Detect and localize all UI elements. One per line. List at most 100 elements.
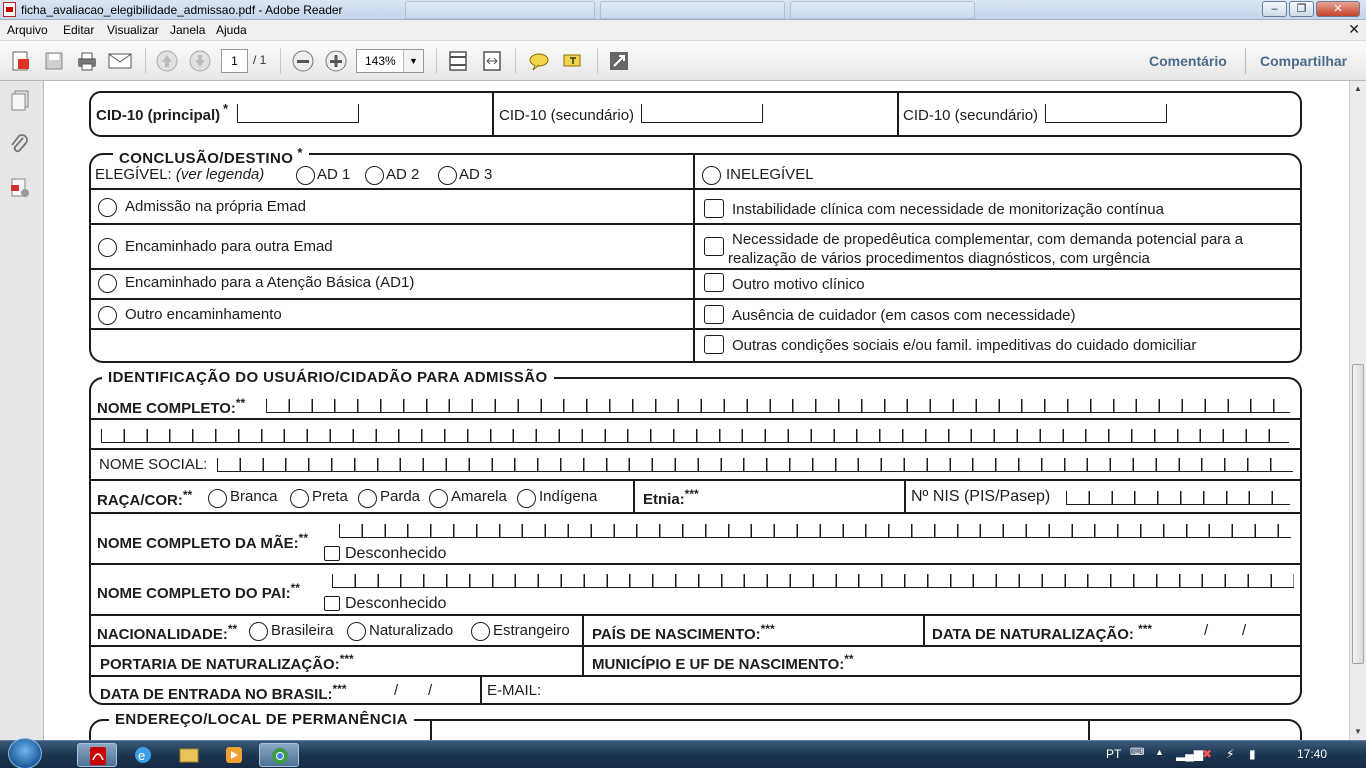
nis-field[interactable] bbox=[1066, 491, 1290, 505]
cid-secundario-field[interactable] bbox=[1045, 104, 1167, 123]
zoom-in-icon[interactable] bbox=[324, 49, 348, 73]
usb-icon[interactable]: ⚡ bbox=[1226, 747, 1234, 761]
vertical-scrollbar[interactable]: ▲ ▼ bbox=[1349, 81, 1366, 740]
taskbar-media-player[interactable] bbox=[214, 743, 254, 767]
nome-completo-field-line2[interactable] bbox=[101, 429, 1289, 443]
raca-cor-label: RAÇA/COR:** bbox=[97, 488, 193, 509]
ausencia-cuidador-label: Ausência de cuidador (em casos com neces… bbox=[732, 307, 1076, 324]
nome-mae-field[interactable] bbox=[339, 524, 1291, 538]
menu-editar[interactable]: Editar bbox=[63, 23, 94, 37]
comment-bubble-icon[interactable] bbox=[527, 49, 551, 73]
page-number-input[interactable]: 1 bbox=[221, 49, 248, 73]
ad1-label: AD 1 bbox=[317, 166, 351, 183]
propedeutica-checkbox[interactable] bbox=[704, 237, 724, 256]
close-button[interactable]: ✕ bbox=[1316, 1, 1360, 17]
nome-pai-field[interactable] bbox=[332, 574, 1294, 588]
zoom-out-icon[interactable] bbox=[291, 49, 315, 73]
cid-principal-field[interactable] bbox=[237, 104, 359, 123]
raca-amarela-label: Amarela bbox=[451, 488, 507, 505]
raca-indigena-radio[interactable] bbox=[517, 489, 536, 508]
condicoes-sociais-label: Outras condições sociais e/ou famil. imp… bbox=[732, 337, 1197, 354]
attachments-icon[interactable] bbox=[8, 133, 32, 157]
navigation-pane bbox=[0, 81, 44, 740]
menu-arquivo[interactable]: Arquivo bbox=[7, 23, 48, 37]
menu-ajuda[interactable]: Ajuda bbox=[216, 23, 247, 37]
raca-preta-radio[interactable] bbox=[290, 489, 309, 508]
atencao-basica-radio[interactable] bbox=[98, 274, 117, 293]
nacionalidade-brasileira-radio[interactable] bbox=[249, 622, 268, 641]
share-pane-button[interactable]: Compartilhar bbox=[1260, 53, 1347, 69]
chevron-down-icon[interactable]: ▼ bbox=[403, 50, 423, 72]
atencao-basica-label: Encaminhado para a Atenção Básica (AD1) bbox=[125, 274, 415, 291]
outra-emad-radio[interactable] bbox=[98, 238, 117, 257]
menu-janela[interactable]: Janela bbox=[170, 23, 205, 37]
tray-expand-icon[interactable]: ▲ bbox=[1155, 747, 1164, 757]
date-slash: / bbox=[428, 682, 433, 699]
signature-icon[interactable] bbox=[8, 176, 32, 200]
pai-desconhecido-checkbox[interactable] bbox=[324, 596, 340, 611]
background-window-tab[interactable] bbox=[600, 1, 785, 19]
background-window-tab[interactable] bbox=[790, 1, 975, 19]
next-page-icon[interactable] bbox=[188, 49, 212, 73]
keyboard-icon[interactable]: ⌨ bbox=[1130, 747, 1144, 758]
inelegivel-label: INELEGÍVEL bbox=[726, 166, 814, 183]
taskbar-chrome[interactable] bbox=[259, 743, 299, 767]
print-icon[interactable] bbox=[75, 49, 99, 73]
outro-encaminhamento-radio[interactable] bbox=[98, 306, 117, 325]
highlight-icon[interactable] bbox=[560, 49, 584, 73]
menu-visualizar[interactable]: Visualizar bbox=[107, 23, 159, 37]
raca-amarela-radio[interactable] bbox=[429, 489, 448, 508]
raca-branca-radio[interactable] bbox=[208, 489, 227, 508]
condicoes-sociais-checkbox[interactable] bbox=[704, 335, 724, 354]
close-document-icon[interactable]: ✕ bbox=[1348, 21, 1360, 38]
ad3-label: AD 3 bbox=[459, 166, 493, 183]
scrollbar-thumb[interactable] bbox=[1352, 364, 1364, 664]
zoom-value: 143% bbox=[365, 54, 396, 68]
admissao-emad-radio[interactable] bbox=[98, 198, 117, 217]
taskbar-explorer[interactable] bbox=[169, 743, 209, 767]
fullscreen-icon[interactable] bbox=[607, 49, 631, 73]
elegivel-label: ELEGÍVEL: (ver legenda) bbox=[95, 166, 265, 183]
background-window-tab[interactable] bbox=[405, 1, 595, 19]
zoom-level-select[interactable]: 143% ▼ bbox=[356, 49, 424, 73]
ausencia-cuidador-checkbox[interactable] bbox=[704, 305, 724, 324]
outro-motivo-checkbox[interactable] bbox=[704, 273, 724, 292]
fit-width-icon[interactable] bbox=[480, 49, 504, 73]
battery-icon[interactable]: ▮ bbox=[1249, 747, 1256, 761]
outra-emad-label: Encaminhado para outra Emad bbox=[125, 238, 333, 255]
mae-desconhecido-checkbox[interactable] bbox=[324, 546, 340, 561]
raca-parda-radio[interactable] bbox=[358, 489, 377, 508]
pages-icon[interactable] bbox=[8, 89, 32, 113]
nacionalidade-naturalizado-radio[interactable] bbox=[347, 622, 366, 641]
comment-pane-button[interactable]: Comentário bbox=[1149, 53, 1227, 69]
nacionalidade-estrangeiro-radio[interactable] bbox=[471, 622, 490, 641]
scroll-down-icon[interactable]: ▼ bbox=[1354, 727, 1362, 736]
scroll-up-icon[interactable]: ▲ bbox=[1354, 84, 1362, 93]
create-pdf-icon[interactable] bbox=[9, 49, 33, 73]
start-button[interactable] bbox=[8, 738, 42, 768]
ad3-radio[interactable] bbox=[438, 166, 457, 185]
nome-completo-label: NOME COMPLETO:** bbox=[97, 396, 246, 417]
cid-secundario-field[interactable] bbox=[641, 104, 763, 123]
instabilidade-checkbox[interactable] bbox=[704, 199, 724, 218]
previous-page-icon[interactable] bbox=[155, 49, 179, 73]
ad2-radio[interactable] bbox=[365, 166, 384, 185]
signal-icon[interactable]: ▂▄▆ bbox=[1176, 747, 1203, 761]
network-error-icon[interactable]: ✖ bbox=[1202, 747, 1212, 761]
ad1-radio[interactable] bbox=[296, 166, 315, 185]
email-icon[interactable] bbox=[108, 49, 132, 73]
taskbar-internet-explorer[interactable]: e bbox=[123, 743, 163, 767]
nacionalidade-label: NACIONALIDADE:** bbox=[97, 622, 238, 643]
outro-encaminhamento-label: Outro encaminhamento bbox=[125, 306, 282, 323]
language-indicator[interactable]: PT bbox=[1106, 747, 1121, 761]
taskbar-adobe-reader[interactable] bbox=[77, 743, 117, 767]
save-icon[interactable] bbox=[42, 49, 66, 73]
maximize-button[interactable]: ❐ bbox=[1289, 1, 1314, 17]
pais-nascimento-label: PAÍS DE NASCIMENTO:*** bbox=[592, 622, 775, 643]
minimize-button[interactable]: – bbox=[1262, 1, 1287, 17]
admissao-emad-label: Admissão na própria Emad bbox=[125, 198, 306, 215]
nome-completo-field[interactable] bbox=[266, 399, 1290, 413]
fit-page-icon[interactable] bbox=[446, 49, 470, 73]
inelegivel-radio[interactable] bbox=[702, 166, 721, 185]
nome-social-field[interactable] bbox=[217, 458, 1293, 472]
